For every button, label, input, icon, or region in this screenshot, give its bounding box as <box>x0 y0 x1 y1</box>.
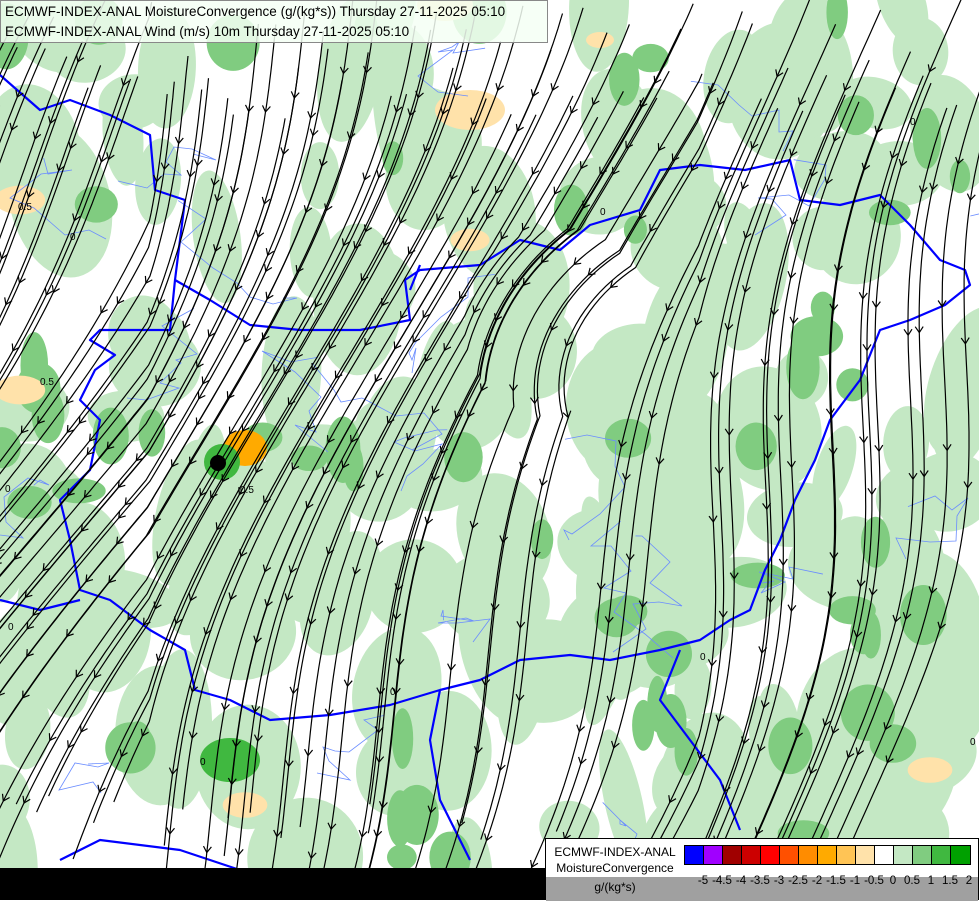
legend-tick-label: -3.5 <box>750 875 770 887</box>
legend-title-1: ECMWF-INDEX-ANAL <box>554 845 676 859</box>
legend-swatch <box>761 846 780 864</box>
contour-label: 0 <box>5 484 11 495</box>
divergence-area <box>586 32 614 48</box>
legend-swatches <box>684 845 971 865</box>
legend-swatch <box>932 846 951 864</box>
legend-swatch <box>856 846 875 864</box>
convergence-area <box>645 630 693 678</box>
convergence-area <box>92 407 129 465</box>
contour-label: 0 <box>910 117 916 128</box>
legend-swatch <box>685 846 704 864</box>
legend-swatch <box>894 846 913 864</box>
header-line-moisture: ECMWF-INDEX-ANAL MoistureConvergence (g/… <box>5 4 506 19</box>
contour-label: 0 <box>600 207 606 218</box>
convergence-area <box>768 717 813 775</box>
legend-tick-label: -1.5 <box>826 875 846 887</box>
weather-map: 0.5 0 0.5 0 0.5 0 0 0 0 0 0 0 <box>0 0 979 900</box>
legend-swatch <box>799 846 818 864</box>
legend-tick-label: -5 <box>697 875 709 887</box>
contour-label: 0 <box>200 757 206 768</box>
legend-swatch <box>951 846 970 864</box>
legend-tick-label: -1 <box>849 875 861 887</box>
convergence-area <box>138 409 166 457</box>
header-line-wind: ECMWF-INDEX-ANAL Wind (m/s) 10m Thursday… <box>5 24 410 39</box>
legend-tick-label: -4.5 <box>712 875 732 887</box>
convergence-area <box>300 142 340 210</box>
divergence-area <box>907 757 953 783</box>
legend-swatch <box>875 846 894 864</box>
legend-tick-label: -3 <box>773 875 785 887</box>
convergence-area <box>594 598 639 638</box>
legend-tick-label: -4 <box>735 875 747 887</box>
legend-tick-label: -2.5 <box>788 875 808 887</box>
contour-label: 0 <box>970 737 976 748</box>
legend-swatch <box>837 846 856 864</box>
no-data-band <box>0 868 545 900</box>
contour-label: 0.5 <box>18 202 32 213</box>
contour-label: 0 <box>700 652 706 663</box>
contour-label: 0.5 <box>240 485 254 496</box>
convergence-area <box>530 519 554 560</box>
contour-label: 0 <box>70 232 76 243</box>
legend-swatch <box>780 846 799 864</box>
legend-tick-label: 0.5 <box>904 875 920 887</box>
legend-tick-label: 0 <box>889 875 897 887</box>
contour-label: 0 <box>8 622 14 633</box>
convergence-area <box>391 708 414 769</box>
convergence-area <box>200 738 260 782</box>
legend-swatch <box>704 846 723 864</box>
legend-ticks: -5 -4.5 -4 -3.5 -3 -2.5 -2 -1.5 -1 -0.5 0 0.5 1 1.5 2 <box>684 875 973 895</box>
convergence-area <box>325 416 361 483</box>
river <box>58 762 110 794</box>
contour-label: 0.5 <box>40 377 54 388</box>
legend-swatch <box>913 846 932 864</box>
convergence-area <box>387 844 417 871</box>
legend-title-2: MoistureConvergence <box>556 861 674 875</box>
contour-label: 0 <box>390 687 396 698</box>
legend-tick-label: 1.5 <box>942 875 958 887</box>
divergence-area <box>435 90 505 130</box>
legend-tick-label: -2 <box>811 875 823 887</box>
river <box>970 213 979 217</box>
map-header: ECMWF-INDEX-ANAL MoistureConvergence (g/… <box>0 0 548 43</box>
legend-swatch <box>742 846 761 864</box>
convergence-area <box>735 422 777 471</box>
legend-tick-label: 1 <box>927 875 935 887</box>
convergence-area <box>837 95 874 136</box>
legend-swatch <box>818 846 837 864</box>
legend-swatch <box>723 846 742 864</box>
convergence-area <box>869 724 917 763</box>
legend-tick-label: -0.5 <box>864 875 884 887</box>
country-border <box>59 838 241 872</box>
color-legend: ECMWF-INDEX-ANAL MoistureConvergence g/(… <box>545 838 979 901</box>
convergence-area <box>387 790 413 847</box>
legend-units: g/(kg*s) <box>594 880 636 894</box>
legend-tick-label: 2 <box>965 875 973 887</box>
